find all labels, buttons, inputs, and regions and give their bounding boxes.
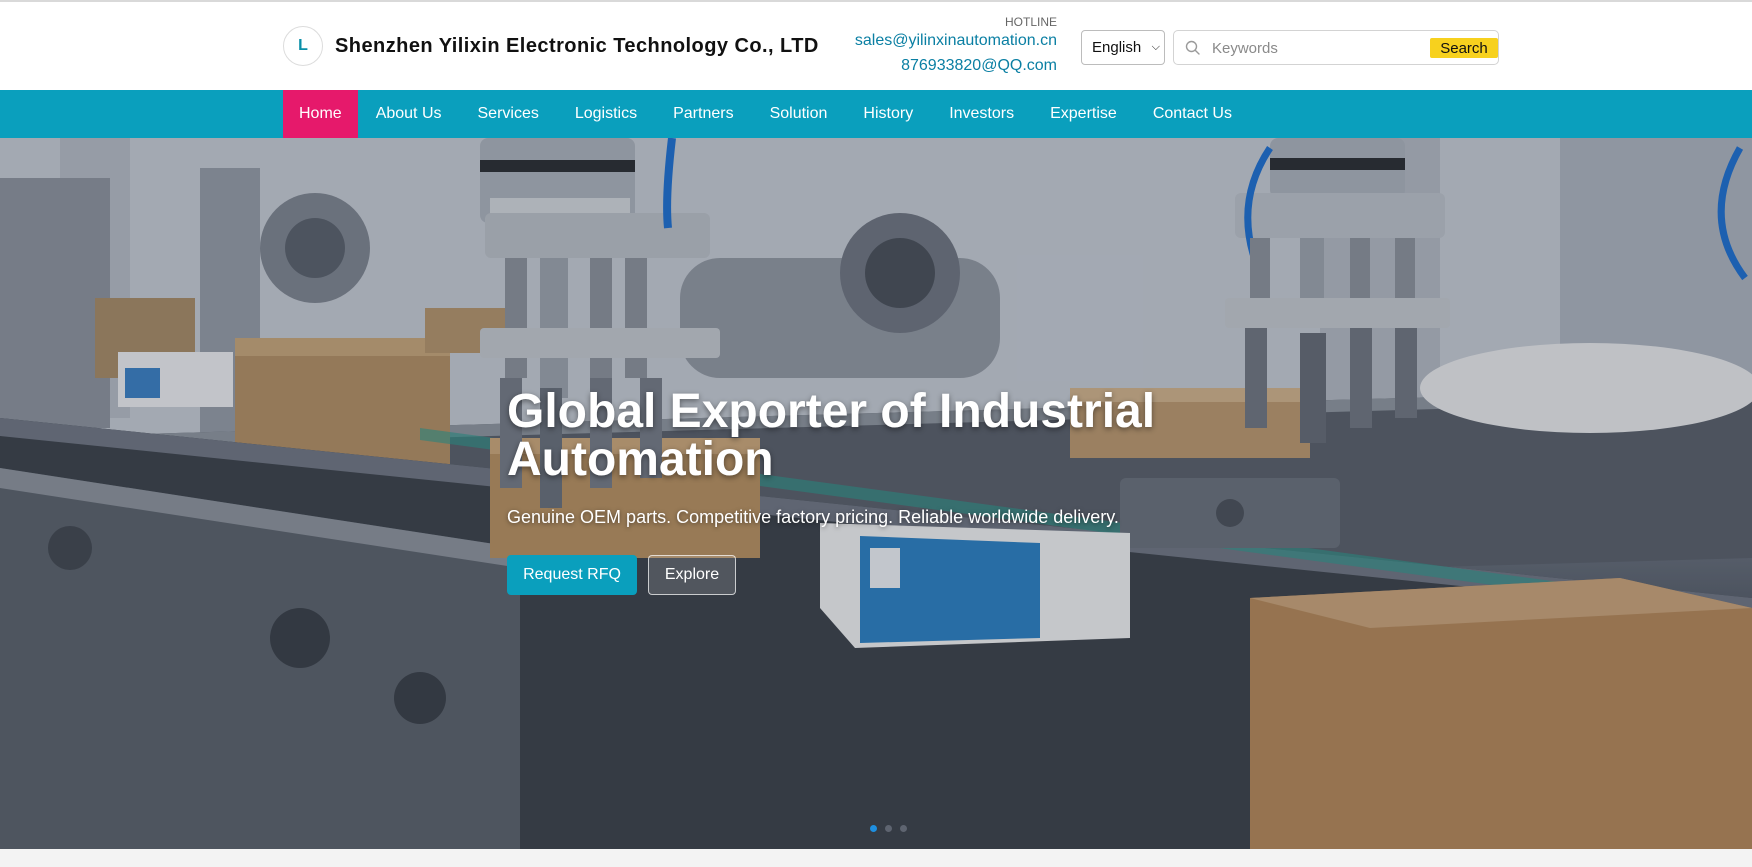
nav-item-about-us[interactable]: About Us [358,90,460,138]
nav-item-investors[interactable]: Investors [931,90,1032,138]
hero-title: Global Exporter of Industrial Automation [507,385,1156,486]
nav-item-contact-us[interactable]: Contact Us [1135,90,1250,138]
hero-overlay [0,138,1752,849]
chevron-down-icon: ⌵ [1151,41,1160,53]
carousel-dot[interactable] [870,825,877,832]
nav-list: Home About Us Services Logistics Partner… [283,90,1250,138]
request-rfq-button[interactable]: Request RFQ [507,555,637,595]
logo[interactable]: L [283,26,323,66]
site-header: L Shenzhen Yilixin Electronic Technology… [0,2,1752,90]
nav-item-logistics[interactable]: Logistics [557,90,655,138]
hotline-label: HOTLINE [1004,15,1057,29]
hero-subtitle: Genuine OEM parts. Competitive factory p… [507,507,1119,527]
language-selected: English [1092,39,1142,56]
explore-button[interactable]: Explore [648,555,736,595]
main-nav: Home About Us Services Logistics Partner… [0,90,1752,138]
language-select[interactable]: English ⌵ [1081,30,1165,65]
company-name[interactable]: Shenzhen Yilixin Electronic Technology C… [335,35,819,58]
nav-item-services[interactable]: Services [460,90,557,138]
search-button[interactable]: Search [1430,38,1498,58]
nav-item-solution[interactable]: Solution [752,90,846,138]
search-box: Search [1173,30,1499,65]
carousel-dots [870,825,907,832]
search-input[interactable] [1212,35,1402,61]
nav-item-partners[interactable]: Partners [655,90,751,138]
nav-item-history[interactable]: History [845,90,931,138]
qq-link[interactable]: 876933820@QQ.com [800,57,1057,75]
hero-banner: Global Exporter of Industrial Automation… [0,138,1752,849]
email-link[interactable]: sales@yilinxinautomation.cn [800,32,1057,50]
search-icon [1185,40,1200,55]
carousel-dot[interactable] [885,825,892,832]
page-bottom-strip [0,849,1752,867]
nav-item-home[interactable]: Home [283,90,358,138]
nav-item-expertise[interactable]: Expertise [1032,90,1135,138]
carousel-dot[interactable] [900,825,907,832]
